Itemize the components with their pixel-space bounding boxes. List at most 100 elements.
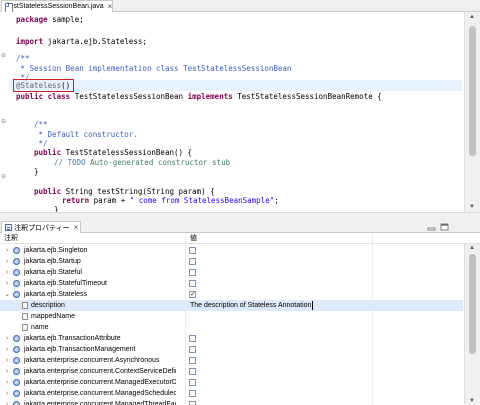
code-line: import jakarta.ejb.Stateless; (16, 37, 147, 46)
annotation-attribute-row[interactable]: name (0, 322, 463, 333)
annotation-row[interactable]: › jakarta.ejb.StatefulTimeout (0, 278, 463, 290)
annotation-name: jakarta.enterprise.concurrent.ManagedThr… (24, 401, 176, 405)
annotation-checkbox[interactable] (189, 269, 196, 276)
annotation-checkbox[interactable] (189, 401, 196, 405)
annotation-name: jakarta.ejb.StatefulTimeout (24, 280, 108, 287)
annotation-row[interactable]: › jakarta.ejb.Singleton (0, 245, 463, 257)
scroll-down-icon[interactable]: ▼ (469, 398, 475, 404)
annotation-checkbox[interactable] (189, 247, 196, 254)
editor-ruler: ⊖ ⊖ ⊖ (0, 12, 9, 212)
annotation-name: jakarta.enterprise.concurrent.Asynchrono… (24, 357, 160, 364)
annotation-icon (13, 378, 20, 389)
annotation-name: mappedName (31, 313, 75, 320)
annotation-checkbox[interactable] (189, 258, 196, 265)
annotation-icon (13, 356, 20, 367)
annotation-icon (13, 345, 20, 356)
editor-tab-teststatelesssessionbean[interactable]: TestStatelessSessionBean.java × (1, 0, 113, 13)
text-caret (312, 300, 314, 310)
annotation-icon (13, 334, 20, 345)
table-vertical-scrollbar[interactable]: ▲ ▼ (464, 244, 480, 405)
attribute-icon (22, 324, 28, 331)
code-line: return param + " come from StatelessBean… (62, 196, 279, 205)
chevron-right-icon[interactable]: › (3, 278, 11, 289)
minimize-icon[interactable] (427, 223, 436, 231)
annotation-checkbox[interactable] (189, 280, 196, 287)
chevron-right-icon[interactable]: › (3, 355, 11, 366)
annotation-row[interactable]: › jakarta.enterprise.concurrent.ManagedEx… (0, 377, 463, 389)
code-line: } (34, 167, 39, 176)
current-line-highlight (9, 80, 462, 91)
chevron-right-icon[interactable]: › (3, 256, 11, 267)
view-tab-label: 注釈プロパティー (14, 224, 70, 232)
annotation-icon (13, 268, 20, 279)
properties-icon (5, 224, 12, 231)
tab-annotation-properties[interactable]: 注釈プロパティー × (1, 221, 81, 233)
close-icon[interactable]: × (108, 2, 113, 11)
code-line: public class TestStatelessSessionBean im… (16, 92, 382, 101)
annotation-checkbox[interactable] (189, 357, 196, 364)
chevron-right-icon[interactable]: › (3, 245, 11, 256)
scroll-down-icon[interactable]: ▼ (469, 204, 475, 210)
column-header-value[interactable]: 値 (186, 233, 197, 244)
attribute-value-field[interactable]: The description of Stateless Annotation (190, 300, 314, 311)
scrollbar-thumb[interactable] (469, 26, 476, 156)
annotation-icon (13, 257, 20, 268)
chevron-right-icon[interactable]: › (3, 333, 11, 344)
annotation-row[interactable]: › jakarta.ejb.Startup (0, 256, 463, 268)
chevron-right-icon[interactable]: › (3, 344, 11, 355)
annotation-icon (13, 389, 20, 400)
annotation-row[interactable]: › jakarta.ejb.Stateful (0, 267, 463, 279)
annotation-name: name (31, 324, 49, 331)
code-editor[interactable]: ⊖ ⊖ ⊖ package sample; import jakarta.ejb… (0, 12, 480, 214)
code-line: package sample; (16, 15, 84, 24)
fold-collapse-icon[interactable]: ⊖ (1, 119, 6, 125)
fold-collapse-icon[interactable]: ⊖ (1, 53, 6, 59)
annotation-icon (13, 367, 20, 378)
annotation-name: jakarta.ejb.Stateful (24, 269, 82, 276)
annotation-row[interactable]: ⌄ jakarta.ejb.Stateless (0, 289, 463, 301)
chevron-right-icon[interactable]: › (3, 399, 11, 405)
scrollbar-thumb[interactable] (469, 254, 476, 354)
annotation-name: jakarta.ejb.Stateless (24, 291, 88, 298)
chevron-right-icon[interactable]: › (3, 377, 11, 388)
javadoc-line: * Session Bean implementation class Test… (16, 64, 292, 73)
attribute-icon (22, 302, 28, 309)
annotation-name: description (31, 302, 65, 309)
chevron-down-icon[interactable]: ⌄ (3, 289, 11, 300)
chevron-right-icon[interactable]: › (3, 267, 11, 278)
javadoc-line: * Default constructor. (34, 130, 138, 139)
annotation-attribute-row[interactable]: mappedName (0, 311, 463, 322)
attribute-icon (22, 313, 28, 320)
annotation-checkbox[interactable] (189, 335, 196, 342)
editor-tab-label: TestStatelessSessionBean.java (6, 3, 104, 10)
column-header-annotation[interactable]: 注釈 (0, 233, 18, 244)
annotation-icon (13, 246, 20, 257)
close-icon[interactable]: × (74, 223, 79, 232)
chevron-right-icon[interactable]: › (3, 388, 11, 399)
annotation-row[interactable]: › jakarta.enterprise.concurrent.ContextSe… (0, 366, 463, 378)
annotation-icon (13, 290, 20, 301)
annotation-row[interactable]: › jakarta.ejb.TransactionManagement (0, 344, 463, 356)
annotation-checkbox[interactable] (189, 368, 196, 375)
table-header: 注釈 値 (0, 233, 480, 244)
annotation-checkbox[interactable] (189, 379, 196, 386)
annotation-row[interactable]: › jakarta.enterprise.concurrent.ManagedSc… (0, 388, 463, 400)
maximize-icon[interactable] (440, 223, 449, 231)
scroll-up-icon[interactable]: ▲ (469, 245, 475, 251)
annotation-highlight-box (13, 79, 74, 92)
annotation-checkbox[interactable] (189, 289, 196, 300)
annotation-checkbox[interactable] (189, 346, 196, 353)
editor-horizontal-scrollbar[interactable] (0, 212, 480, 220)
annotation-attribute-row[interactable]: description The description of Stateless … (0, 300, 463, 311)
annotation-row[interactable]: › jakarta.enterprise.concurrent.Asynchron… (0, 355, 463, 367)
scroll-up-icon[interactable]: ▲ (469, 14, 475, 20)
chevron-right-icon[interactable]: › (3, 366, 11, 377)
annotation-properties-table[interactable]: 注釈 値 › jakarta.ejb.Singleton › jakarta.ejb.… (0, 233, 480, 405)
annotation-icon (13, 279, 20, 290)
annotation-row[interactable]: › jakarta.ejb.TransactionAttribute (0, 333, 463, 345)
editor-vertical-scrollbar[interactable]: ▲ ▼ (464, 12, 480, 212)
annotation-checkbox[interactable] (189, 390, 196, 397)
annotation-row[interactable]: › jakarta.enterprise.concurrent.ManagedTh… (0, 399, 463, 405)
annotation-name: jakarta.enterprise.concurrent.ManagedSch… (24, 390, 176, 397)
fold-collapse-icon[interactable]: ⊖ (1, 174, 6, 180)
